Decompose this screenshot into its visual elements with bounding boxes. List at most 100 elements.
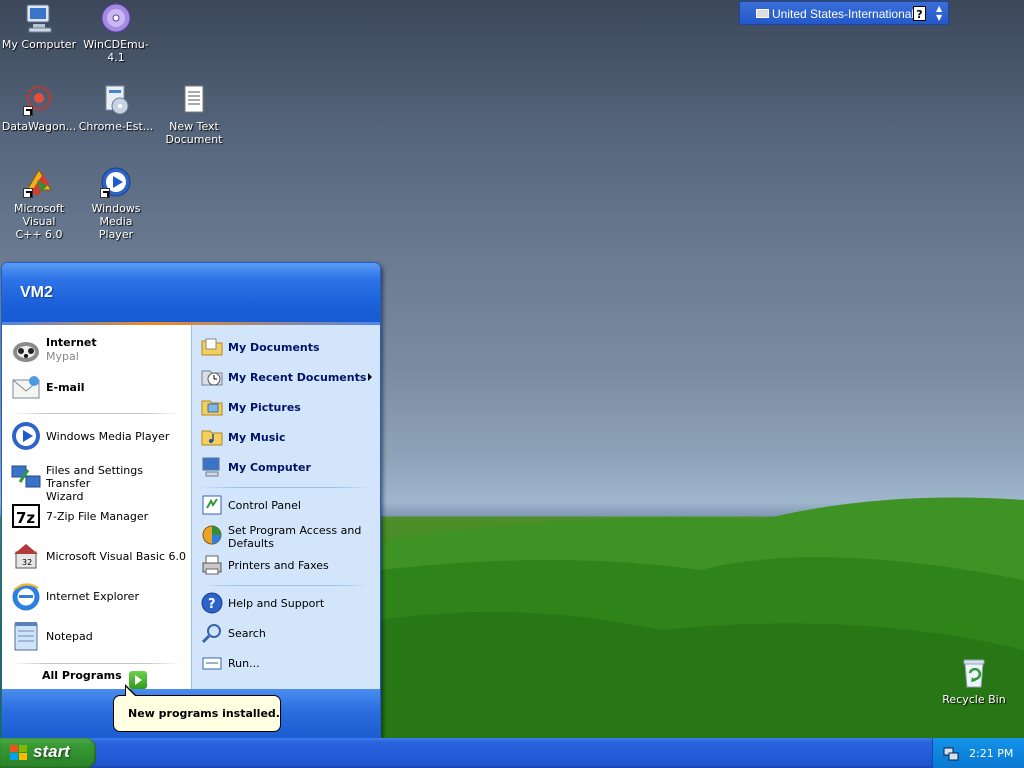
place-my-music[interactable]: My Music (198, 423, 376, 451)
new-programs-balloon[interactable]: New programs installed. (113, 695, 281, 732)
my-computer-icon (200, 455, 224, 479)
desktop-icon-wincdemu[interactable]: WinCDEmu-4.1 (77, 2, 155, 64)
email-icon (10, 372, 42, 404)
folder-music-icon (200, 425, 224, 449)
place-my-documents[interactable]: My Documents (198, 333, 376, 361)
user-name: VM2 (20, 284, 53, 301)
setting-printers-faxes[interactable]: Printers and Faxes (198, 551, 376, 579)
recent-item-notepad[interactable]: Notepad (8, 619, 188, 653)
language-label[interactable]: United States-International (772, 7, 914, 21)
clock[interactable]: 2:21 PM (969, 747, 1013, 760)
recent-item-7zip[interactable]: 7z 7-Zip File Manager (8, 499, 188, 533)
recent-item-visual-basic[interactable]: 32 Microsoft Visual Basic 6.0 (8, 539, 188, 573)
visual-cpp-icon (23, 166, 55, 198)
recent-item-label: Windows Media Player (46, 430, 170, 443)
windows-flag-icon (10, 745, 27, 761)
place-my-pictures[interactable]: My Pictures (198, 393, 376, 421)
network-icon[interactable] (943, 745, 959, 761)
start-menu-places-pane: My Documents My Recent Documents My Pict… (191, 325, 380, 689)
place-label: My Recent Documents (228, 371, 367, 384)
desktop-icon-chrome-est[interactable]: Chrome-Est... (77, 84, 155, 133)
desktop-icon-my-computer[interactable]: My Computer (0, 2, 78, 51)
desktop-icon-windows-media-player[interactable]: Windows Media Player (77, 166, 155, 241)
recent-item-windows-media-player[interactable]: Windows Media Player (8, 419, 188, 453)
desktop-icon-label: DataWagon... (1, 120, 77, 133)
mypal-browser-icon (10, 334, 42, 366)
balloon-text: New programs installed. (128, 707, 280, 720)
program-access-icon (200, 523, 224, 547)
tool-label: Run... (228, 657, 260, 670)
tool-search[interactable]: Search (198, 619, 376, 647)
tool-label: Help and Support (228, 597, 325, 610)
my-computer-icon (23, 2, 55, 34)
recycle-bin-icon (958, 657, 990, 689)
recent-item-internet-explorer[interactable]: Internet Explorer (8, 579, 188, 613)
language-bar-options-icon[interactable]: ▲ ▼ (936, 4, 942, 22)
transfer-wizard-icon (10, 460, 42, 492)
setting-program-access[interactable]: Set Program Access and Defaults (198, 521, 376, 550)
desktop-icon-label: Chrome-Est... (78, 120, 154, 133)
start-button[interactable]: start (0, 738, 96, 768)
keyboard-icon (756, 9, 769, 18)
setting-label: Printers and Faxes (228, 559, 329, 572)
pinned-title: E-mail (46, 381, 85, 394)
printer-icon (200, 553, 224, 577)
shortcut-arrow-icon (23, 106, 33, 116)
recent-item-label: Notepad (46, 630, 93, 643)
desktop-icon-datawagon[interactable]: DataWagon... (0, 84, 78, 133)
media-player-icon (100, 166, 132, 198)
help-icon: ? (200, 591, 224, 615)
recent-documents-icon (200, 365, 224, 389)
help-icon[interactable]: ? (913, 6, 926, 21)
place-label: My Music (228, 431, 286, 444)
pinned-item-internet[interactable]: Internet Mypal (8, 333, 188, 367)
setting-label: Control Panel (228, 499, 301, 512)
start-menu: VM2 Internet Mypal E-mail Windows Media … (1, 262, 381, 738)
control-panel-icon (200, 493, 224, 517)
settings-separator (200, 585, 370, 586)
svg-text:32: 32 (22, 558, 32, 567)
desktop-icon-label: My Computer (1, 38, 77, 51)
place-label: My Pictures (228, 401, 301, 414)
desktop-icon-label: Windows Media Player (91, 202, 141, 241)
tool-run[interactable]: Run... (198, 649, 376, 677)
places-separator (200, 487, 370, 488)
setting-control-panel[interactable]: Control Panel (198, 491, 376, 519)
desktop-icon-label: Microsoft Visual C++ 6.0 (13, 202, 65, 241)
desktop-icon-recycle-bin[interactable]: Recycle Bin (935, 657, 1013, 706)
all-programs-separator (12, 663, 180, 664)
folder-pictures-icon (200, 395, 224, 419)
internet-explorer-icon (10, 580, 42, 612)
start-menu-header: VM2 (2, 263, 380, 325)
search-icon (200, 621, 224, 645)
submenu-arrow-icon (368, 373, 372, 381)
svg-text:?: ? (208, 597, 216, 612)
shortcut-arrow-icon (100, 188, 110, 198)
recent-item-transfer-wizard[interactable]: Files and Settings Transfer Wizard (8, 459, 188, 503)
visual-basic-icon: 32 (10, 540, 42, 572)
desktop-icon-visual-cpp[interactable]: Microsoft Visual C++ 6.0 (0, 166, 78, 241)
system-tray: 2:21 PM (932, 738, 1024, 768)
start-menu-programs-pane: Internet Mypal E-mail Windows Media Play… (2, 325, 191, 689)
recent-item-label: Files and Settings Transfer Wizard (46, 464, 143, 503)
wincdemu-icon (100, 2, 132, 34)
folder-documents-icon (200, 335, 224, 359)
media-player-icon (10, 420, 42, 452)
language-bar[interactable]: United States-International ? ▲ ▼ (739, 1, 949, 25)
shortcut-arrow-icon (23, 188, 33, 198)
all-programs-button[interactable]: All Programs (42, 669, 122, 682)
desktop-icon-label: New Text Document (165, 120, 223, 146)
desktop-icon-new-text-document[interactable]: New Text Document (155, 84, 233, 146)
desktop-icon-label: Recycle Bin (942, 693, 1006, 706)
place-my-recent-documents[interactable]: My Recent Documents (198, 363, 376, 391)
taskbar: start 2:21 PM (0, 738, 1024, 768)
installer-icon (100, 84, 132, 116)
balloon-tail-fill (126, 687, 136, 697)
start-label: start (33, 742, 70, 761)
pinned-item-email[interactable]: E-mail (8, 371, 188, 405)
desktop-icon-label: WinCDEmu-4.1 (83, 38, 149, 64)
tool-help-support[interactable]: ? Help and Support (198, 589, 376, 617)
tool-label: Search (228, 627, 266, 640)
pinned-subtitle: Mypal (46, 350, 79, 363)
place-my-computer[interactable]: My Computer (198, 453, 376, 481)
